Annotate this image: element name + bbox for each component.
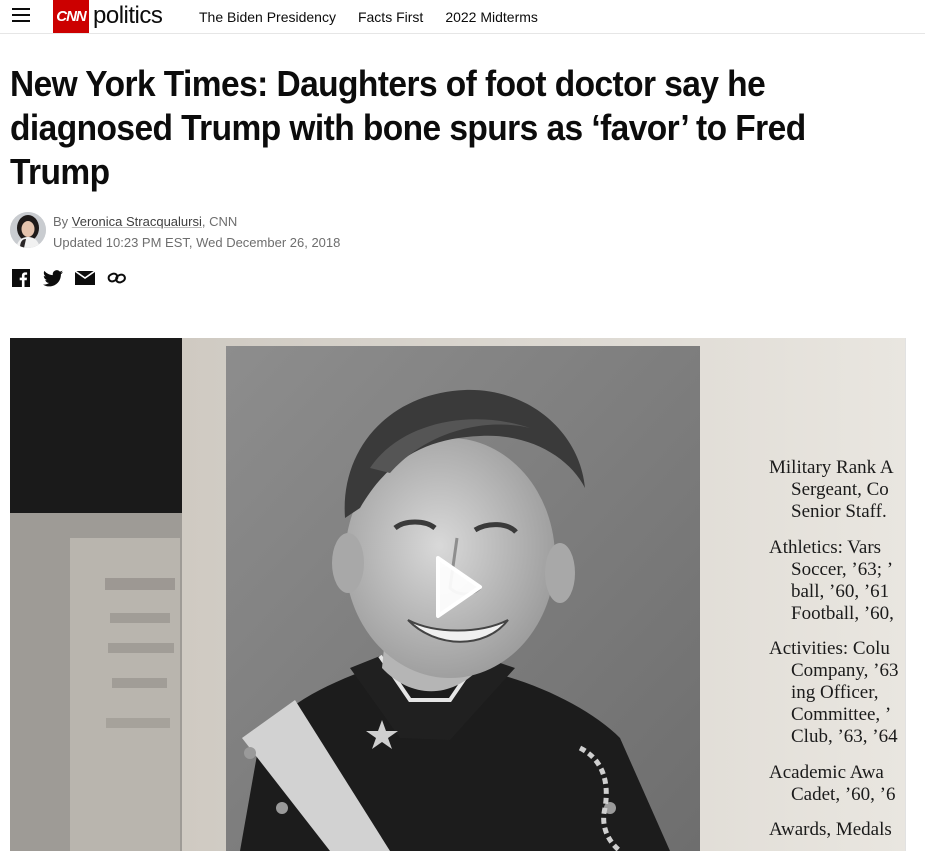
section-name[interactable]: politics bbox=[93, 1, 163, 31]
yearbook-line: Cadet, ’60, ’6 bbox=[791, 784, 895, 805]
top-nav: The Biden Presidency Facts First 2022 Mi… bbox=[199, 0, 560, 33]
yearbook-line: Club, ’63, ’64 bbox=[791, 726, 898, 747]
nav-facts-first[interactable]: Facts First bbox=[358, 9, 423, 25]
nav-biden-presidency[interactable]: The Biden Presidency bbox=[199, 9, 336, 25]
article-headline: New York Times: Daughters of foot doctor… bbox=[10, 63, 806, 192]
yearbook-line: Senior Staff. bbox=[791, 501, 887, 522]
video-player[interactable]: Military Rank A Sergeant, Co Senior Staff.… bbox=[10, 338, 906, 851]
video-edge bbox=[905, 338, 920, 851]
author-link[interactable]: Veronica Stracqualursi bbox=[72, 214, 202, 229]
menu-icon[interactable] bbox=[12, 8, 30, 24]
yearbook-line: Academic Awa bbox=[769, 762, 884, 783]
cnn-logo[interactable]: CNN bbox=[53, 0, 89, 33]
facebook-icon[interactable] bbox=[11, 269, 31, 287]
yearbook-line: Activities: Colu bbox=[769, 638, 890, 659]
byline-prefix: By bbox=[53, 214, 72, 229]
updated-timestamp: Updated 10:23 PM EST, Wed December 26, 2… bbox=[53, 235, 341, 250]
author-avatar bbox=[10, 212, 46, 248]
twitter-icon[interactable] bbox=[43, 269, 63, 287]
yearbook-line: Awards, Medals bbox=[769, 819, 892, 840]
share-bar bbox=[11, 269, 139, 287]
yearbook-line: Sergeant, Co bbox=[791, 479, 889, 500]
yearbook-line: Committee, ’ bbox=[791, 704, 891, 725]
site-header: CNN politics The Biden Presidency Facts … bbox=[0, 0, 925, 34]
byline: By Veronica Stracqualursi, CNN bbox=[53, 214, 237, 229]
yearbook-line: Company, ’63 bbox=[791, 660, 898, 681]
yearbook-line: Football, ’60, bbox=[791, 603, 894, 624]
yearbook-line: Soccer, ’63; ’ bbox=[791, 559, 893, 580]
yearbook-line: ing Officer, bbox=[791, 682, 879, 703]
email-icon[interactable] bbox=[75, 269, 95, 287]
yearbook-line: Athletics: Vars bbox=[769, 537, 881, 558]
yearbook-line: Military Rank A bbox=[769, 457, 894, 478]
link-icon[interactable] bbox=[107, 269, 127, 287]
nav-2022-midterms[interactable]: 2022 Midterms bbox=[445, 9, 538, 25]
byline-outlet: , CNN bbox=[201, 214, 238, 229]
play-button-icon[interactable] bbox=[432, 554, 484, 620]
yearbook-line: ball, ’60, ’61 bbox=[791, 581, 889, 602]
